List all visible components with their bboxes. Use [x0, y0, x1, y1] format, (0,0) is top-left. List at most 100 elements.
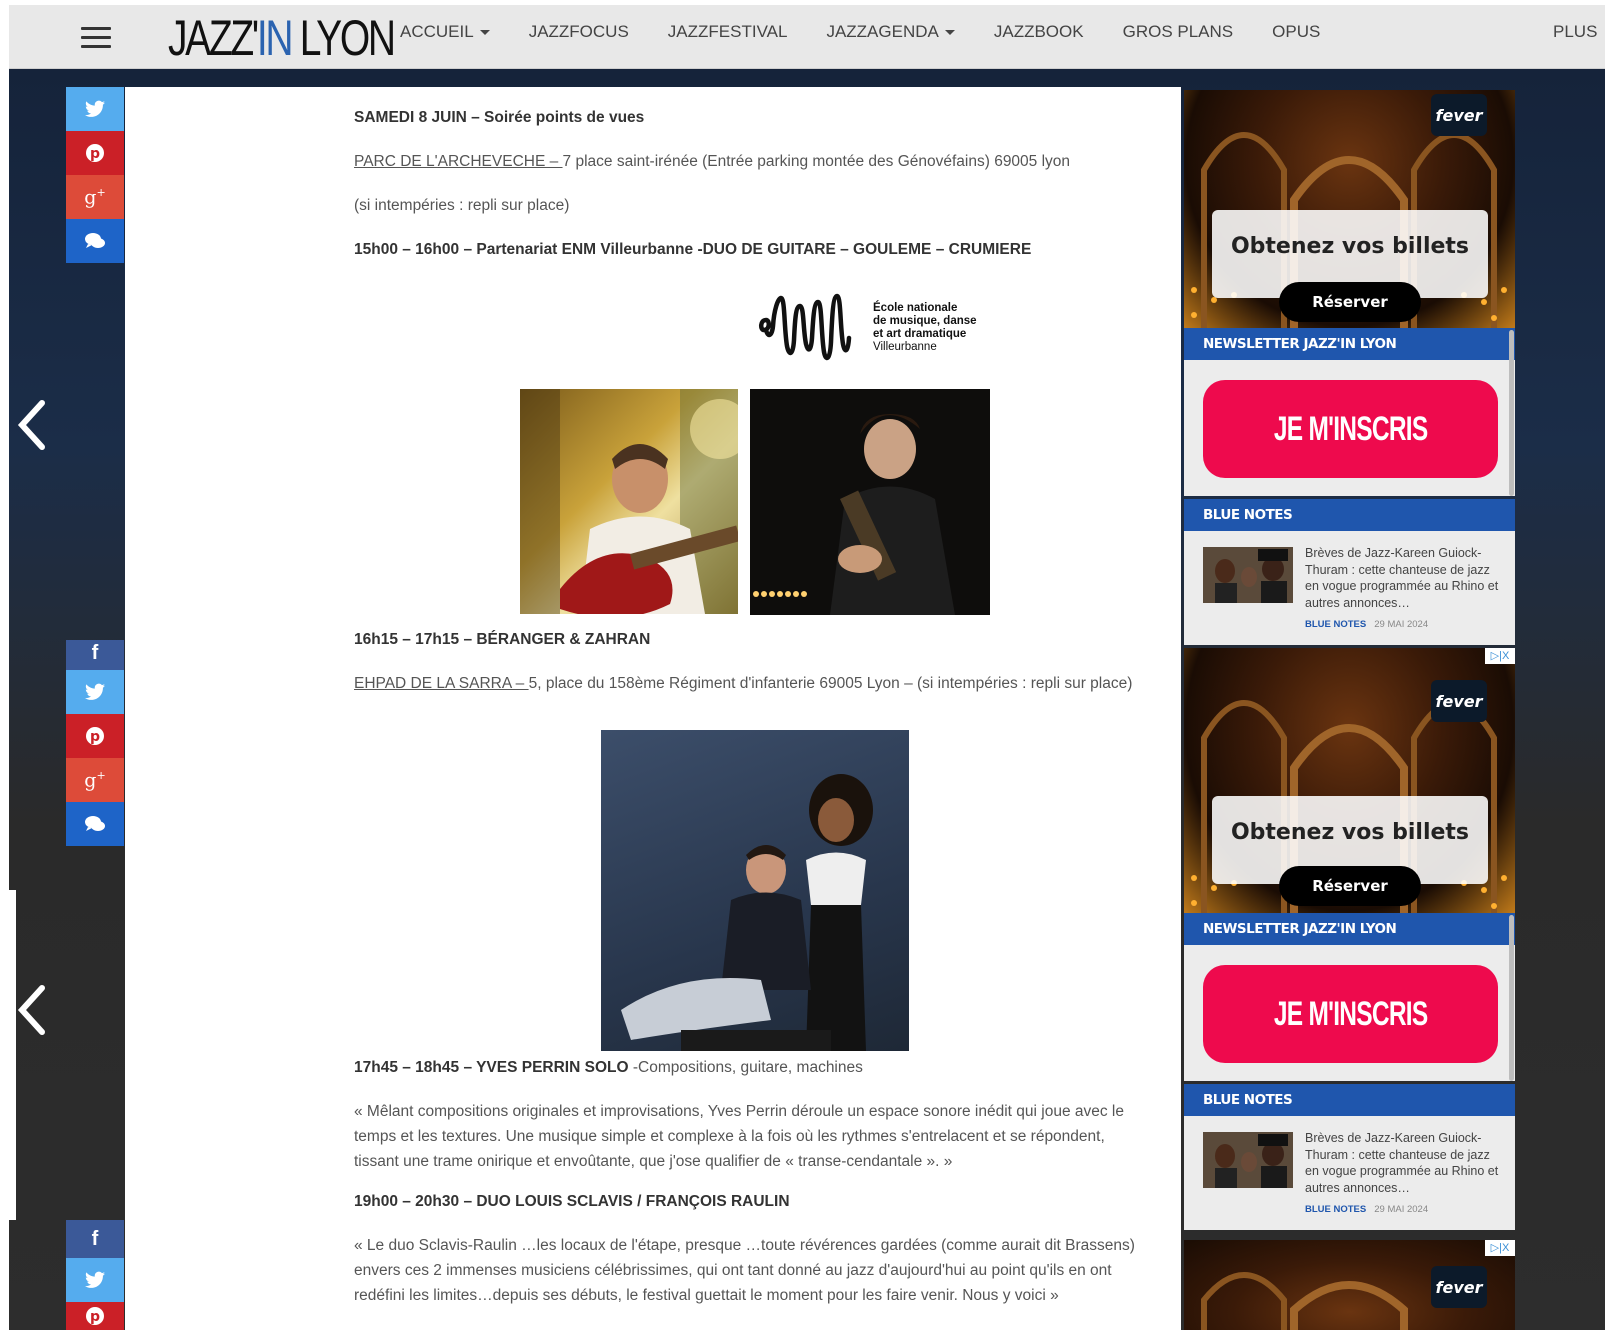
twitter-share-button[interactable] [66, 670, 124, 714]
googleplus-icon: g+ [84, 768, 106, 792]
newsletter-heading: NEWSLETTER JAZZ'IN LYON [1184, 328, 1515, 360]
comments-icon [85, 233, 105, 248]
enm-line: École nationale [873, 302, 958, 314]
enm-line: Villeurbanne [873, 341, 937, 353]
fever-ad-2[interactable]: ▷|X fever Obtenez vos billets Réserver [1184, 648, 1515, 913]
googleplus-share-button[interactable]: g+ [66, 175, 124, 219]
pinterest-share-button[interactable]: p [66, 1302, 124, 1330]
blue-notes-meta: BLUE NOTES 29 MAI 2024 [1305, 1204, 1428, 1215]
slot3-subtitle: -Compositions, guitare, machines [628, 1059, 863, 1076]
blue-notes-thumbnail [1203, 1132, 1293, 1188]
googleplus-share-button[interactable]: g+ [66, 758, 124, 802]
blue-notes-text: Brèves de Jazz-Kareen Guiock-Thuram : ce… [1305, 1131, 1499, 1195]
facebook-share-button[interactable]: f [66, 1220, 124, 1258]
logo-text-jazz: JAZZ' [168, 10, 259, 66]
reserver-button[interactable]: Réserver [1279, 866, 1421, 906]
logo-text-lyon: LYON [291, 10, 396, 66]
sidebar-scrollbar[interactable] [1509, 330, 1514, 496]
adchoices-icon[interactable]: ▷|X [1485, 1240, 1515, 1256]
nav-item-opus[interactable]: OPUS [1272, 22, 1320, 42]
subscribe-button[interactable]: JE M'INSCRIS [1203, 380, 1498, 478]
venue1-note: (si intempéries : repli sur place) [354, 197, 570, 214]
guitarist-photo-2 [750, 389, 990, 615]
fever-logo: fever [1431, 680, 1487, 722]
slot3-title: 17h45 – 18h45 – YVES PERRIN SOLO [354, 1059, 629, 1076]
pinterest-share-button[interactable]: p [66, 131, 124, 175]
page-gutter [0, 890, 16, 1220]
googleplus-icon: g+ [84, 185, 106, 209]
facebook-share-button[interactable]: f [66, 640, 124, 670]
venue2-address: 5, place du 158ème Régiment d'infanterie… [528, 675, 1133, 692]
svg-text:p: p [90, 146, 100, 162]
svg-text:p: p [90, 1309, 100, 1325]
comments-button[interactable] [66, 802, 124, 846]
venue1-address: 7 place saint-irénée (Entrée parking mon… [562, 153, 1071, 170]
newsletter-heading-2: NEWSLETTER JAZZ'IN LYON [1184, 913, 1515, 945]
nav-label: GROS PLANS [1122, 22, 1234, 41]
share-bar: p g+ [66, 87, 124, 263]
reserver-button[interactable]: Réserver [1279, 282, 1421, 322]
pinterest-icon: p [86, 144, 104, 162]
prev-arrow-icon-2[interactable] [12, 980, 52, 1040]
nav-item-jazzfocus[interactable]: JAZZFOCUS [529, 22, 629, 42]
fever-ad-3[interactable]: ▷|X fever [1184, 1240, 1515, 1330]
nav-label: JAZZBOOK [993, 22, 1084, 41]
blue-notes-category: BLUE NOTES [1305, 1204, 1367, 1215]
slot1-title: 15h00 – 16h00 – Partenariat ENM Villeurb… [354, 241, 1032, 258]
nav-item-plus[interactable]: PLUS [1553, 22, 1597, 42]
blue-notes-item-2[interactable]: Brèves de Jazz-Kareen Guiock-Thuram : ce… [1184, 1116, 1515, 1230]
adchoices-icon[interactable]: ▷|X [1485, 648, 1515, 664]
nav-item-accueil[interactable]: ACCUEIL [400, 22, 490, 42]
blue-notes-meta: BLUE NOTES 29 MAI 2024 [1305, 619, 1428, 630]
caret-down-icon [479, 29, 490, 35]
share-bar-2: f p g+ [66, 640, 124, 846]
enm-logo-text: École nationale de musique, danse et art… [873, 302, 977, 354]
nav-item-gros-plans[interactable]: GROS PLANS [1123, 22, 1234, 42]
slot4-quote: « Le duo Sclavis-Raulin …les locaux de l… [354, 1237, 1135, 1304]
sidebar-scrollbar-2[interactable] [1509, 915, 1514, 1081]
slot3-line: 17h45 – 18h45 – YVES PERRIN SOLO -Compos… [354, 1059, 863, 1077]
slot3-quote: « Mêlant compositions originales et impr… [354, 1103, 1124, 1170]
twitter-icon [85, 683, 105, 700]
nav-label: ACCUEIL [400, 22, 474, 41]
article-body: SAMEDI 8 JUIN – Soirée points de vues PA… [125, 87, 1181, 1330]
nav-item-jazzfestival[interactable]: JAZZFESTIVAL [668, 22, 788, 42]
duo-photo [601, 730, 909, 1051]
subscribe-button[interactable]: JE M'INSCRIS [1203, 965, 1498, 1063]
share-bar-3: f p [66, 1220, 124, 1330]
comments-button[interactable] [66, 219, 124, 263]
fever-logo: fever [1431, 94, 1487, 136]
fever-ad[interactable]: fever Obtenez vos billets Réserver [1184, 90, 1515, 328]
pinterest-icon: p [86, 1307, 104, 1325]
ad-title: Obtenez vos billets [1230, 234, 1470, 259]
hamburger-menu-icon[interactable] [81, 27, 111, 49]
fever-logo: fever [1431, 1266, 1487, 1308]
newsletter-box: JE M'INSCRIS [1184, 360, 1515, 496]
venue2-link[interactable]: EHPAD DE LA SARRA – [354, 675, 529, 692]
blue-notes-item[interactable]: Brèves de Jazz-Kareen Guiock-Thuram : ce… [1184, 531, 1515, 645]
nav-item-jazzbook[interactable]: JAZZBOOK [994, 22, 1084, 42]
site-logo[interactable]: JAZZ'IN LYON [168, 10, 396, 66]
svg-text:p: p [90, 729, 100, 745]
pinterest-share-button[interactable]: p [66, 714, 124, 758]
facebook-icon: f [91, 1227, 99, 1250]
nav-label: JAZZAGENDA [826, 22, 939, 41]
venue1-link[interactable]: PARC DE L'ARCHEVECHE – [354, 153, 563, 170]
twitter-share-button[interactable] [66, 1258, 124, 1302]
blue-notes-heading-2: BLUE NOTES [1184, 1084, 1515, 1116]
slot4-title: 19h00 – 20h30 – DUO LOUIS SCLAVIS / FRAN… [354, 1193, 790, 1210]
blue-notes-thumbnail [1203, 547, 1293, 603]
left-gutter [9, 87, 66, 887]
nav-label: JAZZFESTIVAL [667, 22, 788, 41]
newsletter-box-2: JE M'INSCRIS [1184, 945, 1515, 1081]
twitter-icon [85, 100, 105, 117]
blue-notes-category: BLUE NOTES [1305, 619, 1367, 630]
twitter-share-button[interactable] [66, 87, 124, 131]
nav-item-jazzagenda[interactable]: JAZZAGENDA [826, 22, 955, 42]
caret-down-icon [944, 29, 955, 35]
venue2-line: EHPAD DE LA SARRA – 5, place du 158ème R… [354, 675, 1132, 693]
day-title: SAMEDI 8 JUIN – Soirée points de vues [354, 109, 645, 126]
subscribe-label: JE M'INSCRIS [1273, 994, 1428, 1033]
prev-arrow-icon[interactable] [12, 395, 52, 455]
comments-icon [85, 816, 105, 831]
